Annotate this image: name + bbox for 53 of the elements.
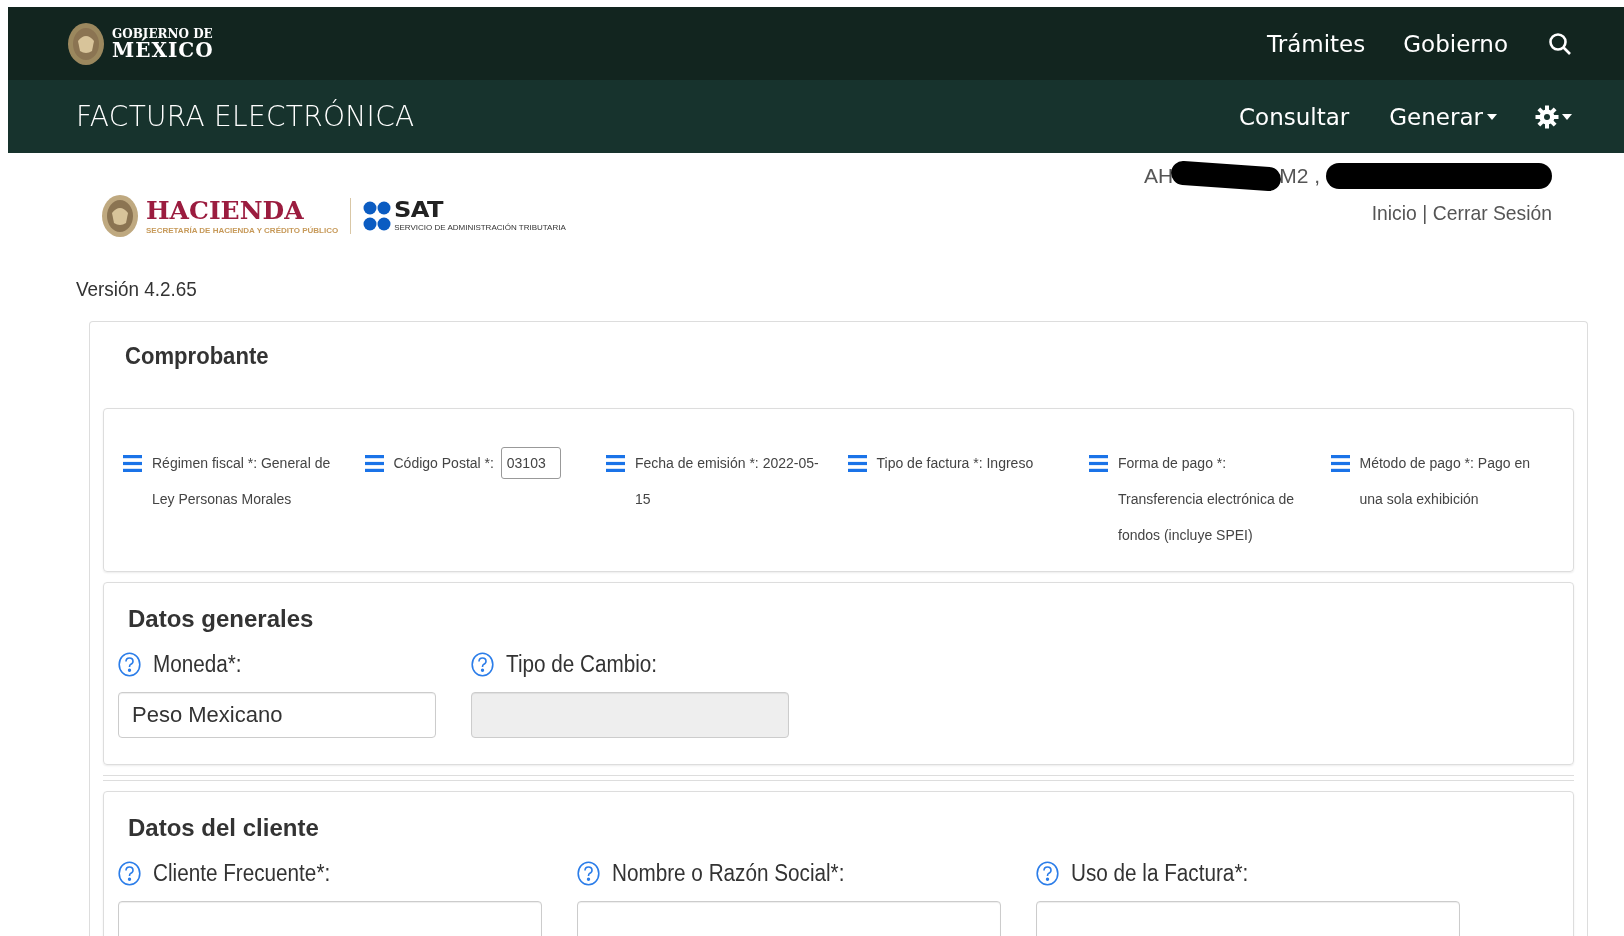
field-label: Tipo de Cambio: bbox=[506, 651, 658, 678]
logo-subtitle: SERVICIO DE ADMINISTRACIÓN TRIBUTARIA bbox=[394, 223, 566, 232]
help-icon[interactable] bbox=[1036, 861, 1059, 886]
field-text: Tipo de factura *: Ingreso bbox=[876, 454, 1035, 473]
menu-icon[interactable] bbox=[1330, 455, 1350, 472]
help-icon[interactable] bbox=[471, 652, 494, 677]
user-id-text: AH bbox=[1143, 164, 1174, 188]
menu-icon[interactable] bbox=[123, 455, 142, 472]
brand-text: MÉXICO bbox=[112, 39, 214, 60]
field-label: Moneda*: bbox=[153, 651, 242, 678]
logo-text: HACIENDA bbox=[146, 197, 305, 223]
nav-link[interactable]: Consultar bbox=[1239, 103, 1350, 130]
nav-link[interactable]: Gobierno bbox=[1403, 30, 1508, 57]
nav-link[interactable]: Trámites bbox=[1267, 30, 1366, 57]
separator-text: | bbox=[1422, 201, 1428, 225]
help-icon[interactable] bbox=[577, 861, 600, 886]
help-icon[interactable] bbox=[118, 861, 141, 886]
section-title: Datos generales bbox=[128, 605, 314, 633]
field-text: Método de pago *: Pago en una sola exhibición bbox=[1359, 454, 1531, 509]
input-field[interactable]: 03103 bbox=[500, 447, 561, 479]
field-label: Uso de la Factura*: bbox=[1071, 860, 1249, 887]
menu-icon[interactable] bbox=[847, 455, 867, 472]
nav-dropdown[interactable]: Generar bbox=[1389, 103, 1497, 130]
input-field[interactable]: Peso Mexicano bbox=[118, 692, 436, 738]
caret-icon bbox=[1487, 113, 1497, 120]
menu-icon[interactable] bbox=[606, 455, 625, 472]
section-title: Datos del cliente bbox=[128, 814, 319, 842]
search-icon[interactable] bbox=[1548, 31, 1572, 56]
app-title: FACTURA ELECTRÓNICA bbox=[76, 100, 415, 133]
field-text: Régimen fiscal *: General de Ley Personas Morales bbox=[152, 454, 332, 509]
field-label: Cliente Frecuente*: bbox=[153, 860, 331, 887]
input-field[interactable] bbox=[577, 901, 1001, 936]
field-text: Forma de pago *: Transferencia electrónica de fondos (incluye SPEI) bbox=[1118, 454, 1296, 545]
settings-icon[interactable] bbox=[1535, 104, 1559, 129]
field-text: Fecha de emisión *: 2022-05-15 bbox=[635, 454, 820, 509]
logo-text: SAT bbox=[394, 200, 445, 221]
field-label: Código Postal *: bbox=[393, 455, 494, 471]
header-link[interactable]: Cerrar Sesión bbox=[1432, 201, 1552, 225]
user-id-text: M2 , bbox=[1279, 164, 1320, 188]
logo-subtitle: SECRETARÍA DE HACIENDA Y CRÉDITO PÚBLICO bbox=[146, 225, 339, 235]
menu-icon[interactable] bbox=[1089, 455, 1108, 472]
card-title: Comprobante bbox=[125, 342, 269, 370]
help-icon[interactable] bbox=[118, 652, 141, 677]
menu-icon[interactable] bbox=[364, 455, 384, 472]
caret-icon bbox=[1562, 113, 1572, 120]
four-dots-icon bbox=[363, 200, 392, 232]
version-text: Versión 4.2.65 bbox=[76, 277, 197, 301]
input-field[interactable] bbox=[1036, 901, 1460, 936]
seal-icon bbox=[66, 20, 106, 67]
header-link[interactable]: Inicio bbox=[1371, 201, 1417, 225]
input-field[interactable] bbox=[118, 901, 542, 936]
field-label: Nombre o Razón Social*: bbox=[612, 860, 845, 887]
seal-icon bbox=[100, 193, 140, 239]
